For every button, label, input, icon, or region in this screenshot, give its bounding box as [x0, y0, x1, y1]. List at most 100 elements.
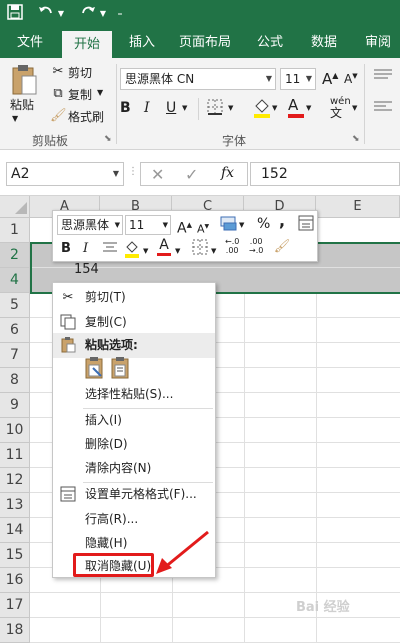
borders-dropdown-icon[interactable]: ▼	[228, 104, 233, 112]
font-name-combo[interactable]: 思源黑体 CN ▼	[120, 68, 276, 90]
undo-dropdown-icon[interactable]: ▼	[56, 4, 66, 24]
cut-button[interactable]: 剪切	[68, 64, 92, 81]
font-color-button[interactable]: A	[288, 96, 304, 118]
mini-font-name-combo[interactable]: 思源黑体 ▼	[57, 215, 123, 235]
clipboard-launcher-icon[interactable]: ⬊	[104, 134, 112, 144]
format-cells-icon[interactable]	[297, 215, 315, 236]
row-header[interactable]: 10	[0, 418, 30, 443]
tab-home[interactable]: 开始	[62, 31, 112, 58]
paste-button[interactable]: 粘贴	[10, 96, 34, 113]
row-header[interactable]: 15	[0, 543, 30, 568]
format-painter-icon[interactable]: 🖌	[50, 108, 67, 124]
mini-font-size-combo[interactable]: 11 ▼	[125, 215, 171, 235]
row-header[interactable]: 5	[0, 293, 30, 318]
font-size-combo[interactable]: 11 ▼	[280, 68, 316, 90]
table-row[interactable]	[30, 618, 400, 643]
row-header[interactable]: 4	[0, 268, 30, 293]
borders-icon[interactable]	[206, 98, 228, 118]
chevron-down-icon[interactable]: ▼	[113, 163, 119, 185]
phonetic-button[interactable]: wén 文	[330, 96, 351, 119]
paste-dropdown-icon[interactable]: ▼	[12, 114, 18, 123]
mini-fill-dropdown-icon[interactable]: ▼	[143, 243, 148, 259]
tab-formulas[interactable]: 公式	[248, 28, 292, 58]
row-header[interactable]: 11	[0, 443, 30, 468]
row-header[interactable]: 17	[0, 593, 30, 618]
comma-button[interactable]: ,	[279, 213, 285, 229]
italic-button[interactable]: I	[144, 100, 150, 116]
scissors-icon[interactable]: ✂	[50, 64, 66, 80]
row-header[interactable]: 7	[0, 343, 30, 368]
menu-item-clear-contents[interactable]: 清除内容(N)	[53, 456, 215, 481]
name-box[interactable]: A2 ▼	[6, 162, 124, 186]
mini-bold-button[interactable]: B	[61, 241, 71, 257]
copy-button[interactable]: 复制	[68, 86, 92, 103]
mini-font-color-button[interactable]: A	[157, 237, 171, 256]
menu-item-format-cells[interactable]: 设置单元格格式(F)...	[53, 482, 215, 507]
row-header[interactable]: 6	[0, 318, 30, 343]
row-header[interactable]: 16	[0, 568, 30, 593]
tab-page-layout[interactable]: 页面布局	[172, 28, 238, 58]
tab-file[interactable]: 文件	[8, 28, 52, 58]
bold-button[interactable]: B	[120, 100, 131, 116]
accounting-format-icon[interactable]	[219, 215, 239, 236]
mini-fill-color-icon[interactable]	[123, 239, 141, 264]
insert-function-button[interactable]: fx	[221, 165, 234, 181]
row-header[interactable]: 8	[0, 368, 30, 393]
redo-dropdown-icon[interactable]: ▼	[98, 4, 108, 24]
row-header[interactable]: 14	[0, 518, 30, 543]
mini-font-color-dropdown-icon[interactable]: ▼	[175, 243, 180, 259]
cancel-icon[interactable]: ✕	[151, 165, 164, 184]
percent-button[interactable]: %	[257, 216, 270, 232]
customize-icon[interactable]: ₌	[114, 4, 126, 24]
grow-font-icon[interactable]: A▲	[322, 70, 338, 88]
fill-color-dropdown-icon[interactable]: ▼	[272, 104, 277, 112]
redo-icon[interactable]	[78, 4, 98, 24]
row-header[interactable]: 2	[0, 243, 30, 268]
menu-item-cut[interactable]: ✂ 剪切(T)	[53, 285, 215, 310]
save-icon[interactable]	[6, 4, 24, 24]
underline-dropdown-icon[interactable]: ▼	[182, 104, 187, 112]
column-header-e[interactable]: E	[316, 196, 400, 218]
shrink-font-icon[interactable]: A▼	[344, 72, 358, 86]
fill-color-icon[interactable]	[252, 96, 272, 120]
row-header[interactable]: 18	[0, 618, 30, 643]
formula-input[interactable]: 152	[250, 162, 400, 186]
paste-icon[interactable]	[10, 64, 38, 98]
mini-format-painter-icon[interactable]: 🖌	[273, 239, 291, 255]
row-header[interactable]: 9	[0, 393, 30, 418]
tab-data[interactable]: 数据	[302, 28, 346, 58]
align-top-icon[interactable]	[374, 68, 394, 85]
more-icon[interactable]: ⋮	[128, 166, 138, 177]
mini-italic-button[interactable]: I	[83, 241, 88, 257]
accounting-dropdown-icon[interactable]: ▼	[239, 217, 244, 233]
mini-shrink-font-icon[interactable]: A▼	[197, 219, 209, 238]
undo-icon[interactable]	[36, 4, 56, 24]
mini-borders-dropdown-icon[interactable]: ▼	[211, 243, 216, 259]
paste-option-values-icon[interactable]	[111, 356, 131, 380]
tab-insert[interactable]: 插入	[122, 28, 162, 58]
center-align-icon[interactable]	[101, 241, 119, 260]
format-painter-button[interactable]: 格式刷	[68, 108, 104, 125]
row-header[interactable]: 13	[0, 493, 30, 518]
row-header[interactable]: 1	[0, 218, 30, 243]
mini-borders-icon[interactable]	[191, 239, 209, 260]
menu-item-insert[interactable]: 插入(I)	[53, 408, 215, 433]
underline-button[interactable]: U	[166, 100, 176, 116]
font-color-dropdown-icon[interactable]: ▼	[306, 104, 311, 112]
copy-dropdown-icon[interactable]: ▼	[97, 88, 103, 97]
paste-option-formatting-icon[interactable]	[85, 356, 105, 380]
enter-icon[interactable]: ✓	[185, 165, 198, 184]
decrease-decimal-button[interactable]: .00 →.0	[249, 237, 263, 255]
tab-review[interactable]: 审阅	[356, 28, 400, 58]
align-left-icon[interactable]	[374, 100, 394, 117]
menu-item-copy[interactable]: 复制(C)	[53, 310, 215, 335]
mini-grow-font-icon[interactable]: A▲	[177, 217, 192, 237]
increase-decimal-button[interactable]: ←.0 .00	[225, 237, 239, 255]
phonetic-dropdown-icon[interactable]: ▼	[352, 104, 357, 112]
menu-item-delete[interactable]: 删除(D)	[53, 432, 215, 457]
menu-item-paste-special[interactable]: 选择性粘贴(S)...	[53, 382, 215, 407]
select-all-corner[interactable]	[0, 196, 30, 218]
row-header[interactable]: 12	[0, 468, 30, 493]
font-launcher-icon[interactable]: ⬊	[352, 134, 360, 144]
copy-icon[interactable]: ⧉	[50, 86, 66, 102]
